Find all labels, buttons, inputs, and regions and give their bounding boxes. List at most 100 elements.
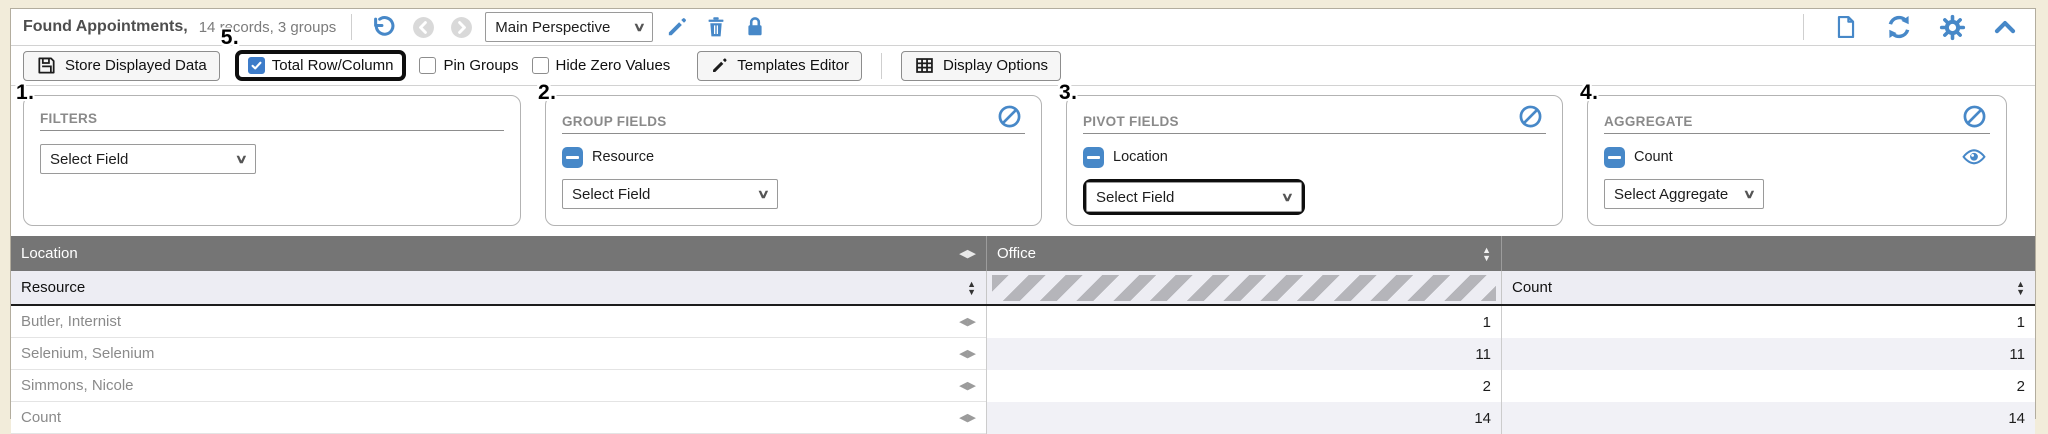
group-fields-panel-header: GROUP FIELDS bbox=[562, 104, 1025, 134]
hide-zero-values-checkbox[interactable]: Hide Zero Values bbox=[532, 57, 671, 74]
app-window: Found Appointments, 14 records, 3 groups bbox=[0, 0, 2048, 427]
row-resize-icon[interactable]: ◀▶ bbox=[959, 379, 976, 392]
filters-field-select[interactable]: Select Field ∨ bbox=[40, 144, 256, 174]
pivot-fields-panel: 3. PIVOT FIELDS bbox=[1066, 95, 1563, 226]
row-label-cell[interactable]: Simmons, Nicole ◀▶ bbox=[11, 370, 986, 402]
new-document-button[interactable] bbox=[1830, 14, 1862, 40]
header-bar: Found Appointments, 14 records, 3 groups bbox=[11, 9, 2035, 46]
checkbox-unchecked-icon[interactable] bbox=[532, 57, 549, 74]
office-column-label: Office bbox=[997, 245, 1036, 262]
pivot-table: Location ◀▶ Office ▲▼ Resource ▲▼ bbox=[11, 236, 2035, 434]
total-row-column-label: Total Row/Column bbox=[272, 57, 394, 74]
pivot-field-select-value: Select Field bbox=[1096, 189, 1174, 206]
page-title: Found Appointments, bbox=[23, 18, 188, 36]
pivot-field-select[interactable]: Select Field ∨ bbox=[1086, 182, 1302, 212]
pivot-field-chip-row: Location bbox=[1083, 146, 1546, 168]
collapse-panel-button[interactable] bbox=[1989, 14, 2021, 40]
count-value-cell: 11 bbox=[1501, 338, 2035, 370]
no-sign-icon bbox=[1518, 104, 1543, 129]
group-field-select[interactable]: Select Field ∨ bbox=[562, 179, 778, 209]
clear-aggregate-button[interactable] bbox=[1959, 104, 1990, 129]
resource-row-header[interactable]: Resource ▲▼ bbox=[11, 271, 986, 304]
minus-icon bbox=[566, 156, 579, 160]
divider bbox=[1803, 14, 1804, 40]
undo-icon bbox=[370, 14, 397, 41]
row-resize-icon[interactable]: ◀▶ bbox=[959, 315, 976, 328]
sort-down-icon: ▼ bbox=[2016, 288, 2025, 296]
filters-panel: 1. FILTERS Select Field ∨ bbox=[23, 95, 521, 226]
group-field-chip-row: Resource bbox=[562, 146, 1025, 168]
checkbox-unchecked-icon[interactable] bbox=[419, 57, 436, 74]
no-sign-icon bbox=[997, 104, 1022, 129]
chevron-down-icon: ∨ bbox=[1281, 190, 1294, 204]
perspective-select-value: Main Perspective bbox=[495, 19, 610, 36]
templates-editor-button[interactable]: Templates Editor bbox=[697, 51, 862, 81]
checkbox-checked-icon[interactable] bbox=[248, 57, 265, 74]
clear-group-fields-button[interactable] bbox=[994, 104, 1025, 129]
trash-icon bbox=[704, 15, 728, 39]
office-column-header[interactable]: Office ▲▼ bbox=[986, 236, 1501, 271]
settings-button[interactable] bbox=[1936, 14, 1969, 41]
remove-field-button[interactable] bbox=[562, 147, 583, 168]
pin-groups-label: Pin Groups bbox=[443, 57, 518, 74]
display-options-label: Display Options bbox=[943, 57, 1048, 74]
delete-perspective-button[interactable] bbox=[701, 15, 731, 39]
toggle-visibility-button[interactable] bbox=[1958, 144, 1990, 170]
filters-panel-header: FILTERS bbox=[40, 104, 504, 131]
total-row-column-checkbox[interactable]: Total Row/Column bbox=[248, 57, 394, 74]
undo-button[interactable] bbox=[367, 14, 400, 41]
group-field-select-value: Select Field bbox=[572, 186, 650, 203]
nav-back-button[interactable] bbox=[409, 16, 438, 39]
row-label-cell[interactable]: Selenium, Selenium ◀▶ bbox=[11, 338, 986, 370]
row-label-cell[interactable]: Butler, Internist ◀▶ bbox=[11, 306, 986, 338]
aggregate-panel: 4. AGGREGATE Co bbox=[1587, 95, 2007, 226]
office-value-cell: 2 bbox=[986, 370, 1501, 402]
toolbar: Store Displayed Data 5. Total Row/Column… bbox=[11, 46, 2035, 86]
nav-forward-button[interactable] bbox=[447, 16, 476, 39]
edit-perspective-button[interactable] bbox=[662, 15, 692, 39]
clear-pivot-fields-button[interactable] bbox=[1515, 104, 1546, 129]
table-row[interactable]: Count ◀▶ 14 14 bbox=[11, 402, 2035, 434]
perspective-select[interactable]: Main Perspective ∨ bbox=[485, 12, 653, 42]
row-resize-icon[interactable]: ◀▶ bbox=[959, 347, 976, 360]
resource-name: Butler, Internist bbox=[21, 313, 121, 330]
location-column-label: Location bbox=[21, 245, 78, 262]
row-resize-icon[interactable]: ◀▶ bbox=[959, 411, 976, 424]
group-field-chip-label: Resource bbox=[592, 149, 654, 165]
table-grid-icon bbox=[914, 55, 935, 76]
report-panel: Found Appointments, 14 records, 3 groups bbox=[10, 8, 2036, 419]
table-row[interactable]: Butler, Internist ◀▶ 1 1 bbox=[11, 306, 2035, 338]
pencil-icon bbox=[710, 56, 729, 75]
table-row[interactable]: Selenium, Selenium ◀▶ 11 11 bbox=[11, 338, 2035, 370]
remove-field-button[interactable] bbox=[1083, 147, 1104, 168]
group-field-chip: Resource bbox=[562, 147, 654, 168]
store-displayed-data-button[interactable]: Store Displayed Data bbox=[23, 51, 220, 81]
aggregate-select[interactable]: Select Aggregate ∨ bbox=[1604, 179, 1764, 209]
sort-down-icon: ▼ bbox=[967, 288, 976, 296]
annotation-highlight-box: 5. Total Row/Column bbox=[235, 50, 407, 81]
no-sign-icon bbox=[1962, 104, 1987, 129]
location-column-header[interactable]: Location ◀▶ bbox=[11, 236, 986, 271]
pin-groups-checkbox[interactable]: Pin Groups bbox=[419, 57, 518, 74]
group-fields-panel: 2. GROUP FIELDS bbox=[545, 95, 1042, 226]
refresh-button[interactable] bbox=[1882, 13, 1916, 41]
count-column-header[interactable]: Count ▲▼ bbox=[1501, 271, 2035, 304]
minus-icon bbox=[1608, 156, 1621, 160]
chevron-down-icon: ∨ bbox=[1743, 187, 1756, 201]
lock-perspective-button[interactable] bbox=[740, 15, 770, 39]
row-label-cell[interactable]: Count ◀▶ bbox=[11, 402, 986, 434]
sort-icon[interactable]: ▲▼ bbox=[2016, 280, 2025, 296]
refresh-icon bbox=[1885, 13, 1913, 41]
chevron-left-icon bbox=[412, 16, 435, 39]
sort-icon[interactable]: ▲▼ bbox=[967, 280, 976, 296]
pivot-field-chip: Location bbox=[1083, 147, 1168, 168]
display-options-button[interactable]: Display Options bbox=[901, 51, 1061, 81]
pivot-field-chip-label: Location bbox=[1113, 149, 1168, 165]
column-resize-icon[interactable]: ◀▶ bbox=[959, 247, 976, 260]
table-row[interactable]: Simmons, Nicole ◀▶ 2 2 bbox=[11, 370, 2035, 402]
record-summary: 14 records, 3 groups bbox=[199, 19, 337, 36]
pencil-icon bbox=[665, 15, 689, 39]
remove-field-button[interactable] bbox=[1604, 147, 1625, 168]
office-value-cell: 14 bbox=[986, 402, 1501, 434]
sort-icon[interactable]: ▲▼ bbox=[1482, 246, 1491, 262]
